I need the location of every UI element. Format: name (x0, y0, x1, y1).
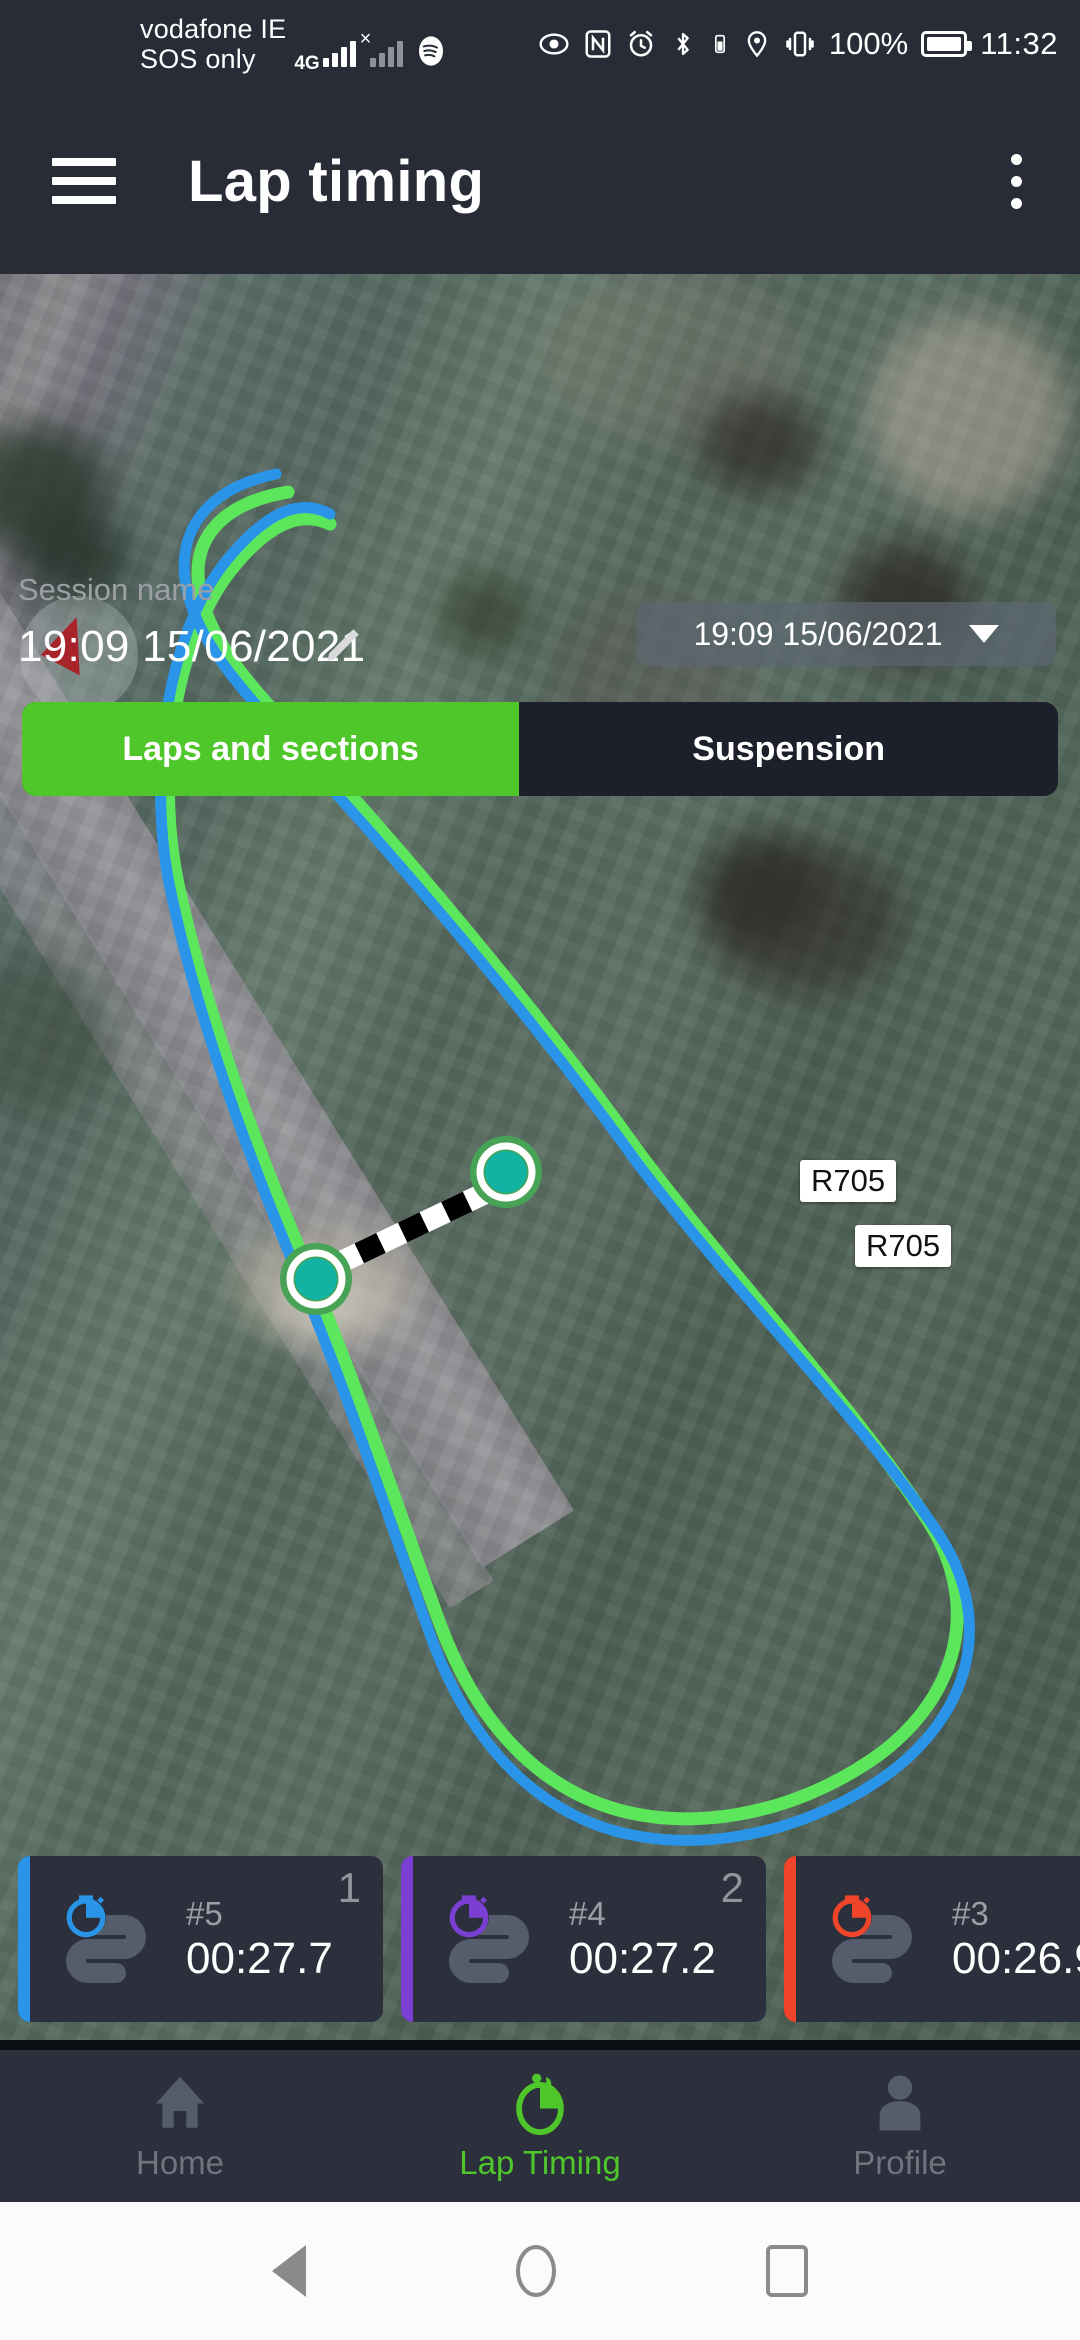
signal-bars-sim2 (370, 37, 404, 67)
session-name-label: Session name (18, 572, 215, 607)
spotify-icon (415, 35, 447, 67)
lap-rank: 1 (337, 1864, 361, 1911)
back-button[interactable] (272, 2245, 306, 2297)
lap-color-bar (401, 1856, 413, 2022)
nav-label-lap-timing: Lap Timing (459, 2144, 621, 2181)
chevron-down-icon (968, 625, 999, 643)
location-icon (743, 29, 771, 59)
battery-small-icon (710, 29, 730, 59)
person-icon (867, 2070, 933, 2136)
network-type-label: 4G (294, 53, 320, 74)
map-view[interactable]: R705 R705 Session name 19:09 15/06/2021 … (0, 274, 1080, 2040)
nav-item-home[interactable]: Home (0, 2050, 360, 2202)
lap-number: #4 (569, 1895, 606, 1932)
tab-bar: Laps and sections Suspension (22, 702, 1058, 796)
eye-icon (538, 28, 570, 60)
page-title: Lap timing (188, 148, 485, 214)
nav-label-home: Home (135, 2144, 225, 2181)
android-navigation-bar (0, 2202, 1080, 2340)
carrier-status: SOS only (140, 44, 256, 74)
carrier-text: vodafone IE SOS only (140, 14, 286, 74)
road-label: R705 (800, 1160, 897, 1202)
status-icons-right: 100% 11:32 (538, 0, 1058, 88)
session-name-value: 19:09 15/06/2021 (18, 622, 366, 671)
lap-card[interactable]: #5 00:27.7 1 (18, 1856, 383, 2022)
session-select[interactable]: 19:09 15/06/2021 (636, 602, 1056, 666)
lap-time: 00:26.9 (952, 1934, 1080, 1983)
lap-track-icon (56, 1893, 168, 1985)
signal-bars-sim1 (322, 37, 356, 67)
lap-track-icon (439, 1893, 551, 1985)
battery-percent-label: 100% (828, 26, 909, 61)
nfc-icon (583, 29, 613, 59)
lap-card[interactable]: #3 00:26.9 (784, 1856, 1080, 2022)
kebab-icon[interactable] (1011, 153, 1022, 209)
app-bar: Lap timing (0, 88, 1080, 274)
status-clock: 11:32 (980, 26, 1058, 61)
lap-color-bar (18, 1856, 30, 2022)
bottom-navigation: Home Lap Timing Profile (0, 2050, 1080, 2202)
nav-item-lap-timing[interactable]: Lap Timing (360, 2050, 720, 2202)
lap-color-bar (784, 1856, 796, 2022)
session-select-value: 19:09 15/06/2021 (693, 615, 943, 652)
vibrate-icon (784, 29, 816, 59)
stopwatch-icon (507, 2070, 573, 2136)
lap-card[interactable]: #4 00:27.2 2 (401, 1856, 766, 2022)
lap-time: 00:27.7 (186, 1934, 333, 1983)
pencil-icon[interactable] (322, 622, 364, 668)
lap-number: #3 (952, 1895, 989, 1932)
carrier-name: vodafone IE (140, 14, 287, 44)
bluetooth-icon (669, 30, 697, 58)
lap-track-icon (822, 1893, 934, 1985)
tab-suspension[interactable]: Suspension (519, 702, 1058, 796)
lap-list[interactable]: #5 00:27.7 1 #4 00:27.2 2 #3 00:26. (0, 1856, 1080, 2032)
lap-rank: 2 (720, 1864, 744, 1911)
home-icon (147, 2070, 213, 2136)
nav-label-profile: Profile (853, 2144, 947, 2181)
hamburger-icon[interactable] (52, 158, 116, 204)
lap-trace-overlay (155, 468, 975, 1846)
road-label: R705 (855, 1225, 952, 1267)
home-button[interactable] (516, 2245, 556, 2297)
alarm-icon (626, 29, 656, 59)
signal-group: 4G × (288, 21, 447, 74)
lap-time: 00:27.2 (569, 1934, 716, 1983)
lap-number: #5 (186, 1895, 223, 1932)
battery-icon (921, 31, 973, 57)
no-service-x-icon: × (359, 28, 372, 50)
recents-button[interactable] (766, 2245, 808, 2297)
tab-laps-and-sections[interactable]: Laps and sections (22, 702, 520, 796)
nav-item-profile[interactable]: Profile (720, 2050, 1080, 2202)
status-bar: vodafone IE SOS only 4G × 100% 11:32 (0, 0, 1080, 88)
